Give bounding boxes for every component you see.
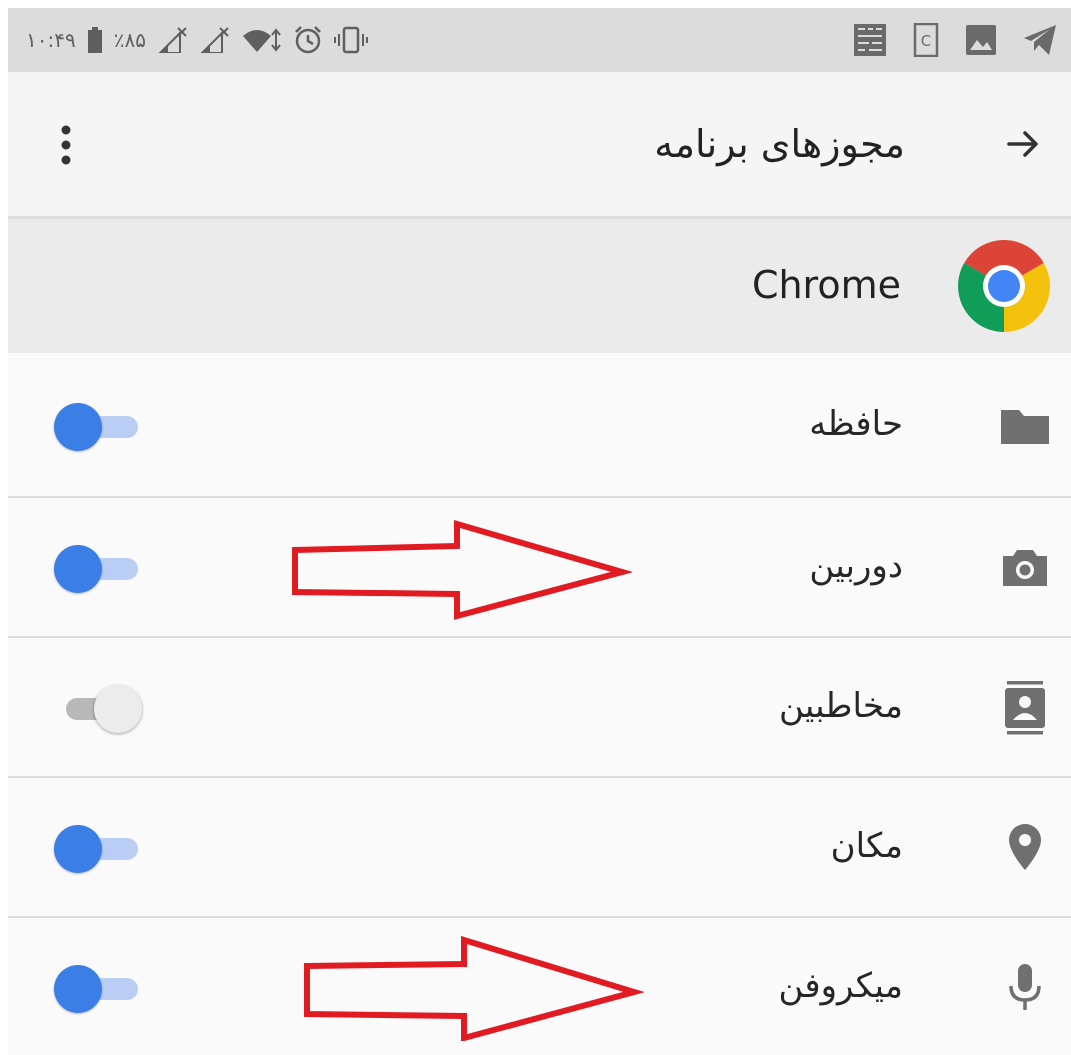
status-left: ۱۰:۴۹ ٪۸۵ — [26, 8, 368, 72]
more-options-button[interactable] — [52, 120, 80, 170]
permission-label: میکروفن — [778, 966, 903, 1006]
page-title: مجوزهای برنامه — [654, 122, 905, 166]
permission-toggle[interactable] — [54, 962, 150, 1014]
app-header: Chrome — [8, 219, 1071, 353]
svg-text:C: C — [921, 32, 931, 50]
camera-icon — [997, 538, 1053, 598]
notification-icon: C — [913, 23, 939, 57]
vibrate-icon — [333, 26, 368, 54]
more-vert-icon — [61, 125, 71, 165]
battery-percent: ٪۸۵ — [113, 28, 146, 52]
wifi-icon — [242, 27, 282, 53]
back-button[interactable] — [997, 118, 1049, 170]
microphone-icon — [997, 958, 1053, 1018]
alarm-icon — [294, 26, 322, 54]
toggle-thumb — [54, 965, 102, 1013]
toggle-thumb — [94, 685, 142, 733]
permission-label: مکان — [830, 826, 903, 866]
screen: ۱۰:۴۹ ٪۸۵ C مجوزهای برنامه Chrome حافظه … — [8, 8, 1071, 1055]
permission-row-storage[interactable]: حافظه — [8, 356, 1071, 496]
toggle-thumb — [54, 403, 102, 451]
status-time: ۱۰:۴۹ — [26, 28, 76, 52]
app-name: Chrome — [751, 263, 901, 307]
app-bar: مجوزهای برنامه — [8, 72, 1071, 219]
annotation-arrow-microphone — [304, 936, 644, 1041]
battery-icon — [87, 27, 102, 53]
toggle-thumb — [54, 545, 102, 593]
permission-row-location[interactable]: مکان — [8, 776, 1071, 918]
toggle-thumb — [54, 825, 102, 873]
status-bar: ۱۰:۴۹ ٪۸۵ C — [8, 8, 1071, 72]
permission-toggle[interactable] — [54, 400, 150, 452]
annotation-arrow-camera — [292, 520, 632, 620]
permission-label: مخاطبین — [779, 686, 903, 726]
permission-label: دوربین — [809, 546, 903, 586]
permission-toggle[interactable] — [54, 542, 150, 594]
permission-row-contacts[interactable]: مخاطبین — [8, 636, 1071, 778]
status-right: C — [853, 8, 1057, 72]
permission-toggle[interactable] — [54, 822, 150, 874]
telegram-icon — [1023, 24, 1057, 56]
permission-toggle[interactable] — [54, 682, 150, 734]
contacts-icon — [997, 678, 1053, 738]
location-icon — [997, 818, 1053, 878]
chrome-logo-icon — [955, 237, 1053, 335]
image-icon — [965, 24, 997, 56]
signal-icon — [200, 27, 230, 53]
notification-icon — [853, 23, 887, 57]
arrow-icon — [1007, 131, 1038, 157]
signal-icon — [158, 27, 188, 53]
permission-label: حافظه — [809, 404, 903, 444]
folder-icon — [997, 396, 1053, 456]
